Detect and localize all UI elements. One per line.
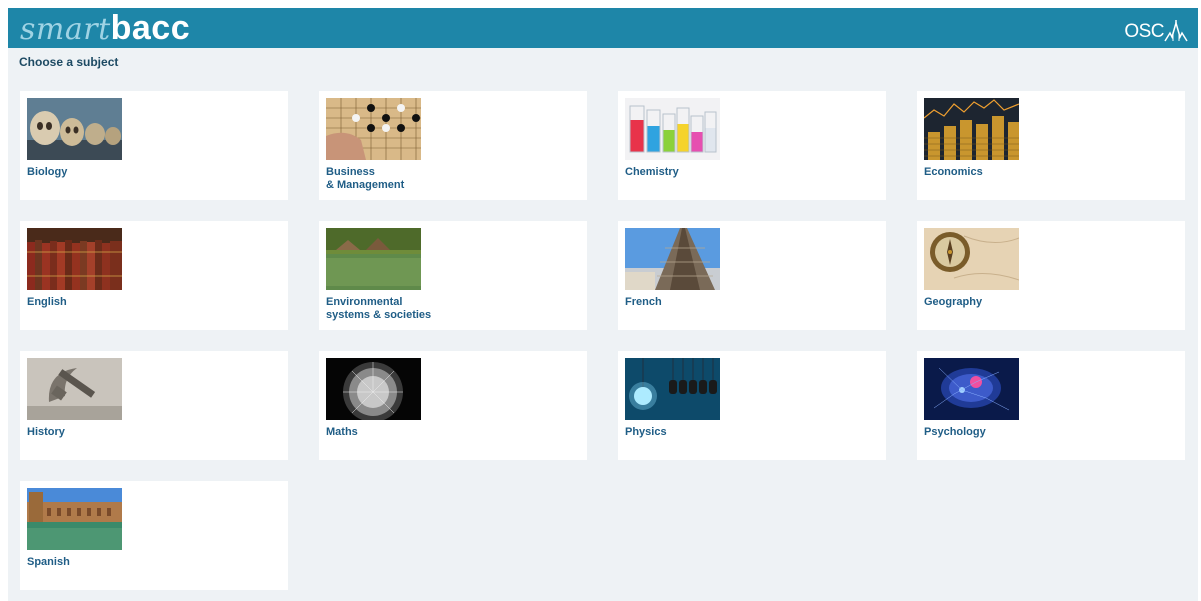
eiffel-tower-image (625, 228, 720, 290)
subject-label: English (27, 296, 67, 308)
subject-label: Business & Management (326, 166, 405, 191)
subject-grid: Biology Business & Management Chemistry … (20, 91, 1185, 590)
osc-logo-text: OSC (1124, 21, 1164, 42)
subject-card-psychology[interactable]: Psychology (917, 351, 1185, 460)
subject-label: Spanish (27, 556, 70, 568)
light-bulbs-image (625, 358, 720, 420)
subject-label: Chemistry (625, 166, 679, 178)
subject-card-physics[interactable]: Physics (618, 351, 886, 460)
subject-label: Economics (924, 166, 983, 178)
spires-icon (1164, 20, 1188, 42)
subject-label: Psychology (924, 426, 986, 438)
logo-bacc-text: bacc (110, 9, 191, 47)
subject-label: Physics (625, 426, 667, 438)
subject-card-spanish[interactable]: Spanish (20, 481, 288, 590)
lake-image (326, 228, 421, 290)
books-image (27, 228, 122, 290)
subject-card-environmental-systems[interactable]: Environmental systems & societies (319, 221, 587, 330)
subject-card-business-management[interactable]: Business & Management (319, 91, 587, 200)
subject-card-geography[interactable]: Geography (917, 221, 1185, 330)
hammer-sickle-image (27, 358, 122, 420)
subject-label: History (27, 426, 65, 438)
brain-image (924, 358, 1019, 420)
page-title: Choose a subject (19, 55, 119, 69)
flasks-image (625, 98, 720, 160)
subject-card-economics[interactable]: Economics (917, 91, 1185, 200)
dandelion-image (326, 358, 421, 420)
subject-label: French (625, 296, 662, 308)
smartbacc-logo[interactable]: smartbacc (20, 8, 190, 48)
subject-card-french[interactable]: French (618, 221, 886, 330)
subject-label: Biology (27, 166, 68, 178)
coins-image (924, 98, 1019, 160)
skulls-image (27, 98, 122, 160)
subject-label: Geography (924, 296, 983, 308)
subject-card-history[interactable]: History (20, 351, 288, 460)
subject-label: Maths (326, 426, 358, 438)
plaza-image (27, 488, 122, 550)
logo-smart-text: smart (20, 12, 111, 47)
subject-card-biology[interactable]: Biology (20, 91, 288, 200)
subject-label: Environmental systems & societies (326, 296, 432, 321)
go-board-image (326, 98, 421, 160)
subject-card-maths[interactable]: Maths (319, 351, 587, 460)
osc-logo[interactable]: OSC (1124, 17, 1188, 43)
compass-image (924, 228, 1019, 290)
header-bar: smartbacc OSC (8, 8, 1198, 48)
subject-card-english[interactable]: English (20, 221, 288, 330)
subject-card-chemistry[interactable]: Chemistry (618, 91, 886, 200)
app-frame: smartbacc OSC Choose a subject Biology B… (8, 8, 1198, 601)
